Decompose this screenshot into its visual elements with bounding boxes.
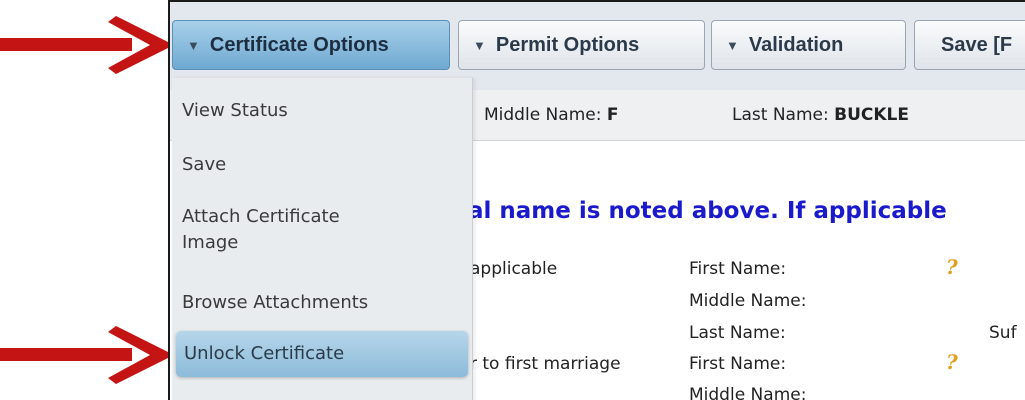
save-label: Save [F — [941, 33, 1013, 56]
permit-options-label: Permit Options — [495, 33, 640, 56]
menu-item-attach-certificate-image[interactable]: Attach Certificate Image — [172, 204, 472, 256]
first-name-label-2: First Name: — [689, 354, 787, 374]
validation-label: Validation — [748, 33, 844, 56]
middle-name-label-2: Middle Name: — [689, 385, 807, 400]
screenshot-stage: ▼ Certificate Options ▼ Permit Options ▼… — [0, 0, 1025, 400]
last-name-label: Last Name: — [689, 323, 786, 343]
row1-left-text: applicable — [470, 259, 558, 279]
middle-name-value: F — [606, 105, 619, 125]
caret-down-icon: ▼ — [473, 37, 486, 53]
first-name-label: First Name: — [689, 259, 787, 279]
menu-item-view-status[interactable]: View Status — [172, 98, 472, 124]
red-arrow-top-icon — [0, 16, 174, 74]
last-name-summary: Last Name: BUCKLE — [732, 105, 909, 125]
last-name-value: BUCKLE — [834, 105, 909, 125]
attach-line-2: Image — [182, 232, 239, 253]
caret-down-icon: ▼ — [726, 37, 739, 53]
menu-item-save[interactable]: Save — [172, 152, 472, 178]
attach-line-1: Attach Certificate — [182, 206, 340, 227]
middle-name-label: Middle Name: — [689, 291, 807, 311]
help-icon-2[interactable]: ? — [946, 350, 958, 374]
certificate-options-dropdown: View Status Save Attach Certificate Imag… — [172, 78, 473, 400]
caret-down-icon: ▼ — [187, 37, 200, 53]
save-button[interactable]: Save [F — [914, 20, 1025, 70]
help-icon[interactable]: ? — [946, 255, 958, 279]
menu-item-browse-attachments[interactable]: Browse Attachments — [172, 290, 472, 316]
app-window: ▼ Certificate Options ▼ Permit Options ▼… — [168, 0, 1025, 400]
row2-left-text: r to first marriage — [470, 354, 621, 374]
menu-item-unlock-certificate[interactable]: Unlock Certificate — [176, 331, 468, 377]
certificate-options-label: Certificate Options — [209, 33, 389, 56]
red-arrow-bottom-icon — [0, 326, 174, 384]
certificate-options-button[interactable]: ▼ Certificate Options — [172, 20, 450, 70]
validation-button[interactable]: ▼ Validation — [711, 20, 906, 70]
legal-name-notice: al name is noted above. If applicable — [468, 198, 947, 224]
suffix-label: Suf — [989, 323, 1017, 343]
middle-name-summary: Middle Name: F — [484, 105, 619, 125]
permit-options-button[interactable]: ▼ Permit Options — [458, 20, 705, 70]
